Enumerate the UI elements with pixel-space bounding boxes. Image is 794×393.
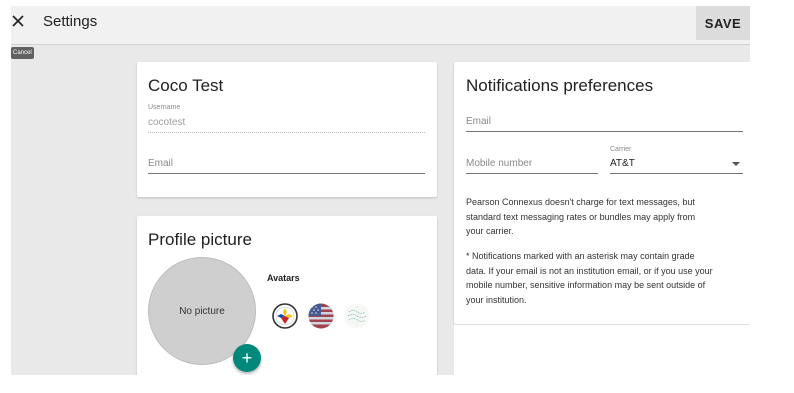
notifications-card: Notifications preferences Email Mobile n… (454, 62, 750, 324)
page-title: Settings (43, 13, 98, 30)
flag-avatar-icon[interactable] (308, 303, 334, 329)
username-underline (148, 132, 425, 133)
email-field[interactable]: Email (148, 158, 173, 169)
profile-picture-card: Profile picture No picture + Avatars (137, 216, 437, 375)
close-icon[interactable] (11, 14, 25, 28)
steelers-avatar-icon[interactable] (272, 303, 298, 329)
notification-email-underline (466, 131, 743, 132)
username-label: Username (148, 104, 181, 111)
profile-card: Coco Test Username cocotest Email (137, 62, 437, 197)
notifications-title: Notifications preferences (466, 76, 654, 95)
profile-name: Coco Test (148, 76, 224, 95)
email-underline (148, 173, 425, 174)
notification-email-field[interactable]: Email (466, 116, 491, 127)
profile-picture-title: Profile picture (148, 230, 252, 249)
carrier-select[interactable]: AT&T (610, 158, 635, 169)
mobile-number-underline (466, 173, 598, 174)
sms-disclaimer-line: your carrier. (466, 226, 514, 236)
sms-disclaimer: Pearson Connexus doesn't charge for text… (466, 195, 750, 239)
privacy-disclaimer-line: mobile number, sensitive information may… (466, 280, 706, 290)
top-bar: Settings SAVE (11, 6, 750, 45)
save-button[interactable]: SAVE (696, 6, 750, 40)
no-picture-label: No picture (179, 306, 225, 317)
chevron-down-icon[interactable] (732, 162, 740, 166)
cancel-tooltip: Cancel (11, 47, 34, 59)
carrier-label: Carrier (610, 146, 632, 153)
privacy-disclaimer-line: data. If your email is not an institutio… (466, 265, 713, 276)
privacy-disclaimer: * Notifications marked with an asterisk … (466, 249, 750, 307)
privacy-disclaimer-line: * Notifications marked with an asterisk … (466, 251, 695, 261)
plus-icon: + (241, 348, 253, 368)
username-value: cocotest (148, 117, 186, 128)
privacy-disclaimer-line: your institution. (466, 294, 527, 305)
notifications-card-lower (454, 324, 750, 375)
add-picture-button[interactable]: + (233, 344, 261, 372)
sms-disclaimer-line: standard text messaging rates or bundles… (466, 211, 696, 222)
pattern-avatar-icon[interactable] (344, 303, 370, 329)
avatars-label: Avatars (267, 273, 300, 283)
sms-disclaimer-line: Pearson Connexus doesn't charge for text… (466, 197, 695, 207)
mobile-number-field[interactable]: Mobile number (466, 158, 532, 169)
carrier-underline (610, 173, 743, 174)
settings-window: Settings SAVE Cancel Coco Test Username … (11, 6, 750, 375)
